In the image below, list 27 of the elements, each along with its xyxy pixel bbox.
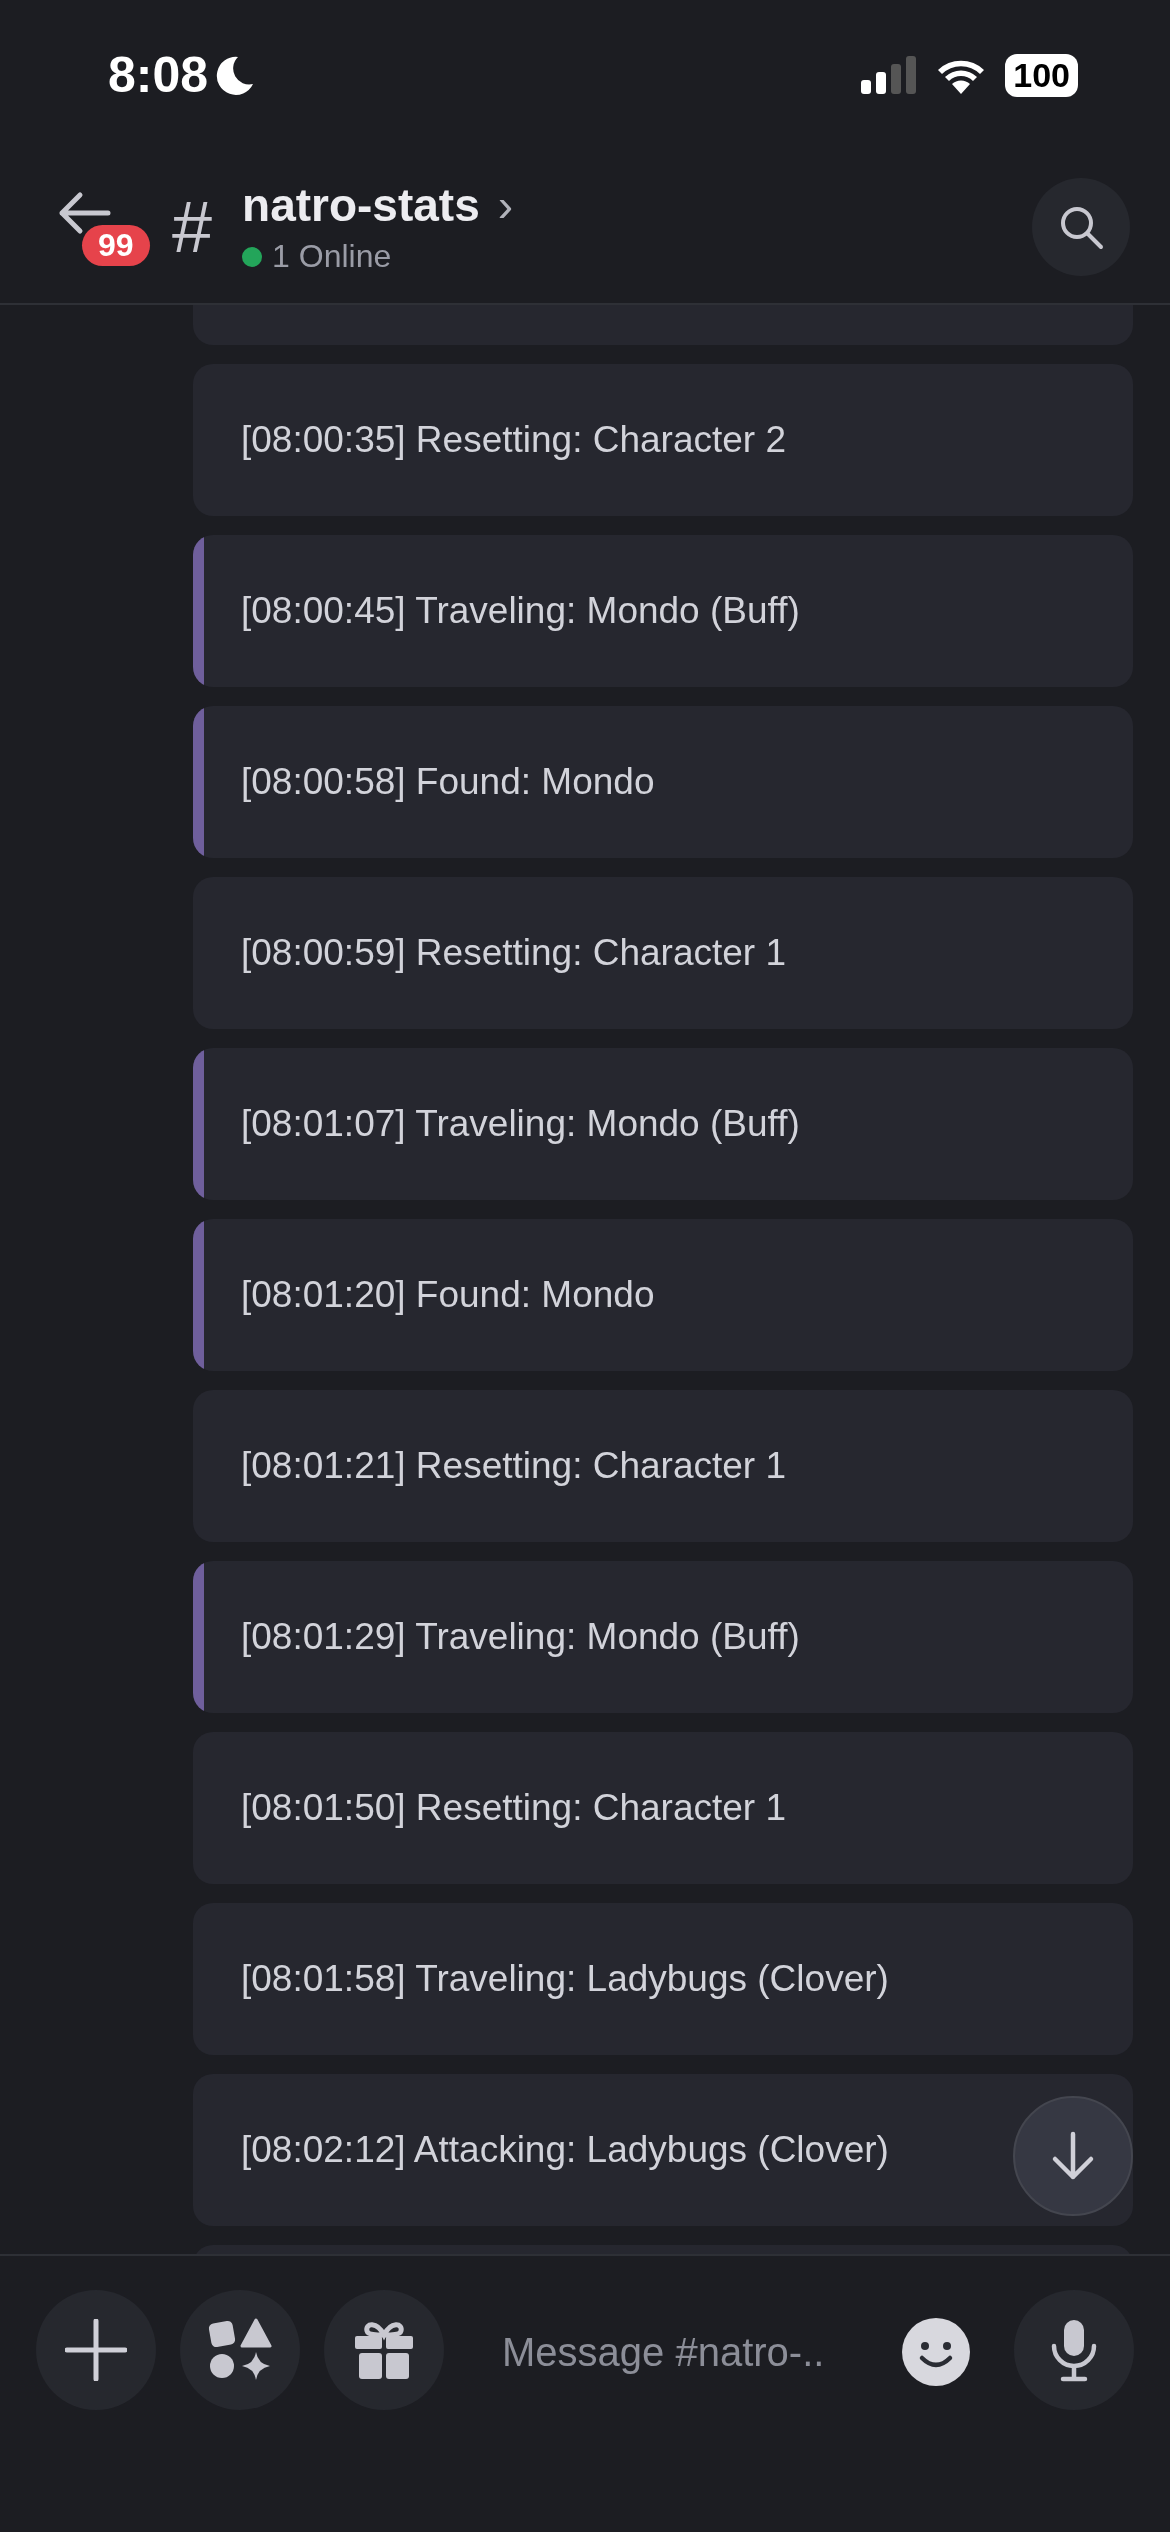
message-text: [08:00:58] Found: Mondo [241,761,655,803]
unread-badge: 99 [82,224,150,266]
message-text: [08:00:59] Resetting: Character 1 [241,932,787,974]
plus-icon [65,2319,127,2381]
message-text: [08:01:21] Resetting: Character 1 [241,1445,787,1487]
message-field[interactable]: Message #natro-.. [462,2290,996,2414]
message-text: [08:01:29] Traveling: Mondo (Buff) [241,1616,800,1658]
gift-icon [353,2319,415,2381]
message-text: [08:01:07] Traveling: Mondo (Buff) [241,1103,800,1145]
message-text: [08:01:20] Found: Mondo [241,1274,655,1316]
microphone-icon [1049,2318,1099,2382]
online-dot [242,246,263,267]
back-button[interactable]: 99 [56,186,166,267]
message-text: [08:00:45] Traveling: Mondo (Buff) [241,590,800,632]
message-text: [08:01:58] Traveling: Ladybugs (Clover) [241,1958,889,2000]
message-text: [08:01:50] Resetting: Character 1 [241,1787,787,1829]
message-text: [08:02:12] Attacking: Ladybugs (Clover) [241,2129,889,2171]
chevron: › [497,178,514,232]
battery-indicator: 100 [1005,53,1078,97]
down-arrow-icon [1051,2131,1095,2181]
online-count: 1 Online [272,238,392,275]
signal-icon [861,56,918,94]
channel-hash: # [172,190,213,263]
channel-name[interactable]: natro-stats [242,178,480,232]
message-text: [08:00:35] Resetting: Character 2 [241,419,787,461]
emoji-icon[interactable] [902,2318,970,2386]
status-time: 8:08 [108,46,209,104]
